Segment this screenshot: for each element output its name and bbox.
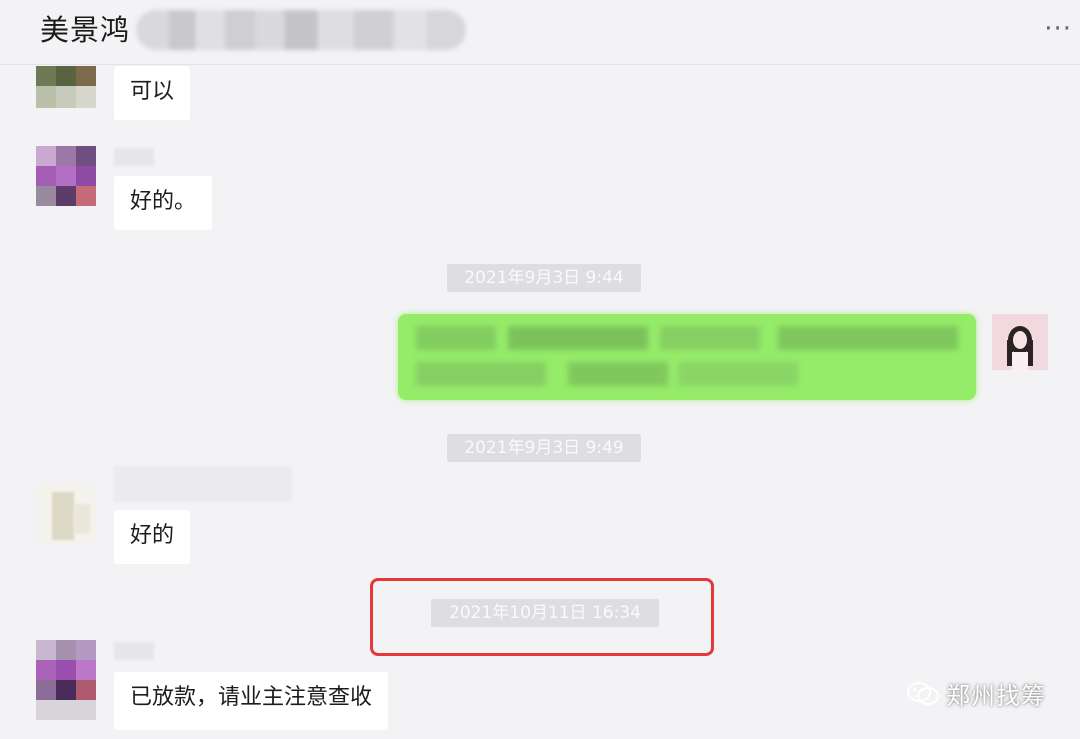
sender-name-redaction (114, 642, 154, 660)
watermark: 郑州找筹 (906, 676, 1046, 713)
my-avatar[interactable] (992, 314, 1048, 370)
more-dots-icon[interactable]: ··· (1044, 14, 1072, 44)
girl-avatar-icon (1007, 326, 1033, 370)
outgoing-message-bubble[interactable] (398, 314, 976, 400)
avatar[interactable] (36, 484, 96, 544)
message-bubble[interactable]: 已放款，请业主注意查收 (114, 672, 389, 730)
sender-name-redaction (114, 148, 154, 166)
avatar[interactable] (36, 146, 96, 206)
sender-name-redaction (114, 466, 292, 502)
chat-header: 美景鸿 ··· (0, 0, 1080, 65)
chat-title: 美景鸿 (40, 13, 131, 47)
title-redaction (136, 10, 466, 50)
watermark-text: 郑州找筹 (946, 682, 1046, 710)
timestamp: 2021年9月3日 9:44 (447, 264, 641, 292)
message-bubble[interactable]: 可以 (114, 66, 191, 120)
wechat-icon (906, 681, 940, 713)
avatar[interactable] (36, 66, 96, 108)
timestamp: 2021年10月11日 16:34 (431, 599, 659, 627)
avatar[interactable] (36, 640, 96, 720)
timestamp: 2021年9月3日 9:49 (447, 434, 641, 462)
message-bubble[interactable]: 好的。 (114, 176, 213, 230)
message-bubble[interactable]: 好的 (114, 510, 191, 564)
